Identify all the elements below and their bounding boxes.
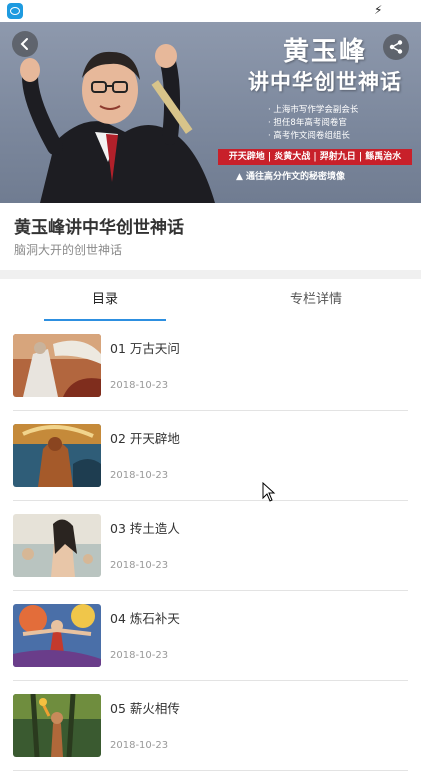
back-button[interactable]	[12, 31, 38, 57]
status-bar: ⚡	[0, 0, 421, 22]
list-item[interactable]: 05 薪火相传 2018-10-23	[0, 681, 421, 771]
tab-catalog[interactable]: 目录	[44, 279, 166, 321]
episode-date: 2018-10-23	[110, 740, 169, 751]
credential-item: 担任8年高考阅卷官	[268, 117, 358, 130]
share-button[interactable]	[383, 34, 409, 60]
episode-thumbnail	[13, 694, 101, 757]
episode-thumbnail	[13, 514, 101, 577]
episode-date: 2018-10-23	[110, 470, 169, 481]
tab-bar: 目录 专栏详情	[0, 279, 421, 321]
chevron-left-icon	[20, 38, 28, 50]
list-item[interactable]: 03 抟土造人 2018-10-23	[0, 501, 421, 591]
episode-list: 01 万古天问 2018-10-23 02 开天辟地 2018-10-23 03…	[0, 321, 421, 771]
list-item[interactable]: 01 万古天问 2018-10-23	[0, 321, 421, 411]
banner-tagline: ▲ 通往高分作文的秘密境像	[236, 172, 346, 182]
banner-topics: 开天辟地 | 炎黄大战 | 羿射九日 | 鲧禹治水	[218, 149, 412, 165]
course-title: 黄玉峰讲中华创世神话	[14, 218, 184, 238]
mouse-cursor-icon	[262, 482, 276, 502]
episode-title: 05 薪火相传	[110, 701, 180, 716]
section-divider	[0, 270, 421, 279]
app-icon	[7, 3, 23, 19]
episode-date: 2018-10-23	[110, 380, 169, 391]
share-icon	[389, 40, 403, 54]
episode-date: 2018-10-23	[110, 560, 169, 571]
episode-title: 04 炼石补天	[110, 611, 180, 626]
credential-item: 高考作文阅卷组组长	[268, 130, 358, 143]
course-banner: 黄玉峰 讲中华创世神话 上海市写作学会副会长 担任8年高考阅卷官 高考作文阅卷组…	[0, 22, 421, 203]
banner-credentials: 上海市写作学会副会长 担任8年高考阅卷官 高考作文阅卷组组长	[268, 104, 358, 143]
episode-thumbnail	[13, 334, 101, 397]
banner-title-subject: 讲中华创世神话	[248, 69, 402, 94]
episode-thumbnail	[13, 424, 101, 487]
course-subtitle: 脑洞大开的创世神话	[14, 243, 123, 257]
credential-item: 上海市写作学会副会长	[268, 104, 358, 117]
list-item[interactable]: 04 炼石补天 2018-10-23	[0, 591, 421, 681]
bolt-icon: ⚡	[374, 3, 383, 17]
tab-column-details[interactable]: 专栏详情	[256, 279, 376, 321]
episode-title: 01 万古天问	[110, 341, 180, 356]
list-item[interactable]: 02 开天辟地 2018-10-23	[0, 411, 421, 501]
episode-thumbnail	[13, 604, 101, 667]
episode-title: 03 抟土造人	[110, 521, 180, 536]
episode-title: 02 开天辟地	[110, 431, 180, 446]
episode-date: 2018-10-23	[110, 650, 169, 661]
